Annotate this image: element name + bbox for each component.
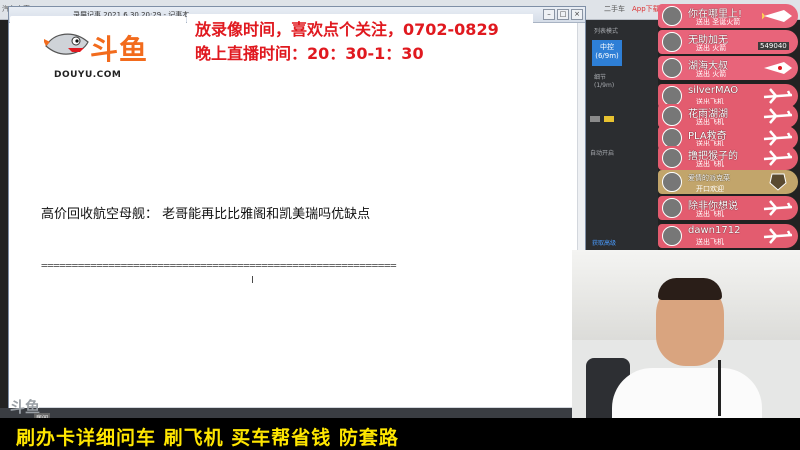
avatar [662, 128, 682, 148]
get-advanced-link[interactable]: 获取高级 [592, 238, 616, 247]
streamer-body [612, 368, 762, 422]
rocket-icon [762, 10, 792, 22]
gift-item: dawn1712 送出飞机 [658, 224, 798, 248]
gift-item: 除非你想说 送出飞机 [658, 196, 798, 220]
airplane-icon [763, 228, 793, 244]
gift-message-list: 你在哪里上! 送出 圣诞火箭 无助加无 送出 火箭 549040 湖海大叔 送出… [656, 0, 800, 252]
room-logo: 斗鱼 房间号 [10, 396, 50, 431]
gift-action: 送出飞机 [696, 160, 724, 168]
avatar [662, 6, 682, 26]
avatar [662, 86, 682, 106]
auto-open-label: 自动开启 [590, 150, 615, 157]
gift-action: 送出飞机 [696, 238, 724, 246]
text-cursor-icon: I [251, 275, 254, 286]
color-swatch[interactable] [604, 116, 614, 122]
banner-text: 刷办卡详细问车 刷飞机 买车帮省钱 防套路 [16, 427, 399, 449]
rocket-icon [764, 62, 792, 74]
document-line: 高价回收航空母舰： 老哥能再比比雅阁和凯美瑞吗优缺点 [41, 207, 371, 222]
avatar [662, 226, 682, 246]
notice-line-2: 晚上直播时间：20：30-1：30 [195, 44, 424, 63]
gift-item: 你在哪里上! 送出 圣诞火箭 [658, 4, 798, 28]
gift-sender: dawn1712 [688, 225, 741, 236]
avatar [662, 148, 682, 168]
streamer-hair [658, 278, 722, 300]
gift-sender: silverMAO [688, 85, 739, 96]
stream-frame: 汽车之家 二手车 App下载 录屏记事 2021.6.30 20:29 - 记事… [0, 0, 800, 450]
taskbar [0, 408, 572, 418]
gift-action: 送出飞机 [696, 210, 724, 218]
gift-item: 无助加无 送出 火箭 549040 [658, 30, 798, 54]
central-control-label: 中控 [600, 43, 614, 51]
mode-label[interactable]: 列表模式 [594, 26, 618, 35]
brand-cn: 斗鱼 [90, 33, 149, 66]
tab-used-cars[interactable]: 二手车 [604, 4, 625, 14]
avatar [662, 172, 682, 192]
gift-item: 湖海大叔 送出 火箭 [658, 56, 798, 80]
airplane-icon [763, 150, 793, 166]
gift-action: 送出 火箭 [696, 70, 727, 78]
airplane-icon [763, 130, 793, 146]
minimize-button[interactable]: – [543, 9, 555, 20]
fish-mascot-icon [44, 33, 89, 55]
fan-badge: 549040 [758, 42, 789, 50]
avatar [662, 106, 682, 126]
avatar [662, 58, 682, 78]
airplane-icon [763, 200, 793, 216]
avatar [662, 198, 682, 218]
schedule-notice: 放录像时间，喜欢点个关注，0702-0829 晚上直播时间：20：30-1：30 [187, 14, 533, 64]
airplane-icon [763, 88, 793, 104]
douyu-logo: 斗鱼 DOUYU.COM [10, 16, 186, 84]
detail-label: 细节 [594, 74, 607, 81]
notice-line-1: 放录像时间，喜欢点个关注，0702-0829 [195, 20, 499, 39]
bottom-banner: 刷办卡详细问车 刷飞机 买车帮省钱 防套路 [0, 418, 800, 450]
gift-sender: 爱情的派克菜 [688, 174, 730, 182]
microphone-icon [718, 360, 721, 416]
gift-item: 爱情的派克菜 开口欢迎 [658, 170, 798, 194]
gift-item: 花雨湖湖 送出飞机 [658, 104, 798, 128]
detail-sub: (1/9m) [594, 82, 615, 89]
avatar [662, 32, 682, 52]
central-control-sub: (6/9m) [595, 52, 619, 60]
gift-item: 撸把猴子的 送出飞机 [658, 146, 798, 170]
gift-action: 送出 火箭 [696, 44, 727, 52]
shield-badge-icon [769, 173, 787, 191]
document-separator: ========================================… [41, 259, 397, 272]
color-swatch[interactable] [590, 116, 600, 122]
gift-action: 送出 圣诞火箭 [696, 18, 741, 26]
maximize-button[interactable]: □ [557, 9, 569, 20]
webcam-feed [572, 250, 800, 422]
gift-action: 开口欢迎 [696, 185, 724, 193]
stream-control-panel: 列表模式 中控 (6/9m) 细节 (1/9m) 自动开启 获取高级 [586, 20, 658, 250]
close-button[interactable]: × [571, 9, 583, 20]
central-control-button[interactable]: 中控 (6/9m) [592, 40, 622, 66]
brand-en: DOUYU.COM [54, 70, 122, 80]
airplane-icon [763, 108, 793, 124]
